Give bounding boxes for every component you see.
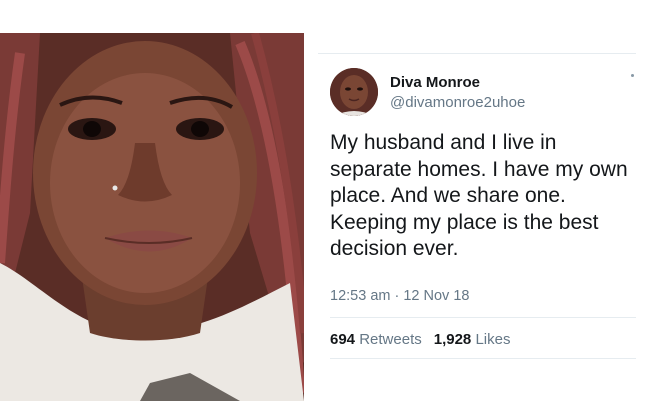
profile-photo bbox=[0, 33, 304, 401]
likes-count: 1,928 bbox=[433, 331, 472, 348]
portrait-image bbox=[0, 33, 304, 401]
tweet-text: My husband and I live in separate homes.… bbox=[330, 131, 628, 260]
avatar-image bbox=[330, 68, 378, 116]
tweet-stats: 694 Retweets 1,928 Likes bbox=[330, 331, 510, 348]
avatar[interactable] bbox=[330, 68, 378, 116]
divider bbox=[330, 317, 636, 318]
tweet-card: Diva Monroe @divamonroe2uhoe My husband … bbox=[318, 53, 636, 359]
divider bbox=[330, 358, 636, 359]
more-dot-icon[interactable] bbox=[631, 74, 634, 77]
retweets-label: Retweets bbox=[359, 331, 422, 348]
tweet-timestamp[interactable]: 12:53 am · 12 Nov 18 bbox=[330, 288, 469, 304]
retweets-stat[interactable]: 694 Retweets bbox=[330, 331, 422, 348]
likes-label: Likes bbox=[475, 331, 511, 348]
user-handle[interactable]: @divamonroe2uhoe bbox=[390, 94, 525, 111]
display-name[interactable]: Diva Monroe bbox=[390, 74, 480, 91]
likes-stat[interactable]: 1,928 Likes bbox=[434, 331, 511, 348]
retweets-count: 694 bbox=[330, 331, 356, 348]
